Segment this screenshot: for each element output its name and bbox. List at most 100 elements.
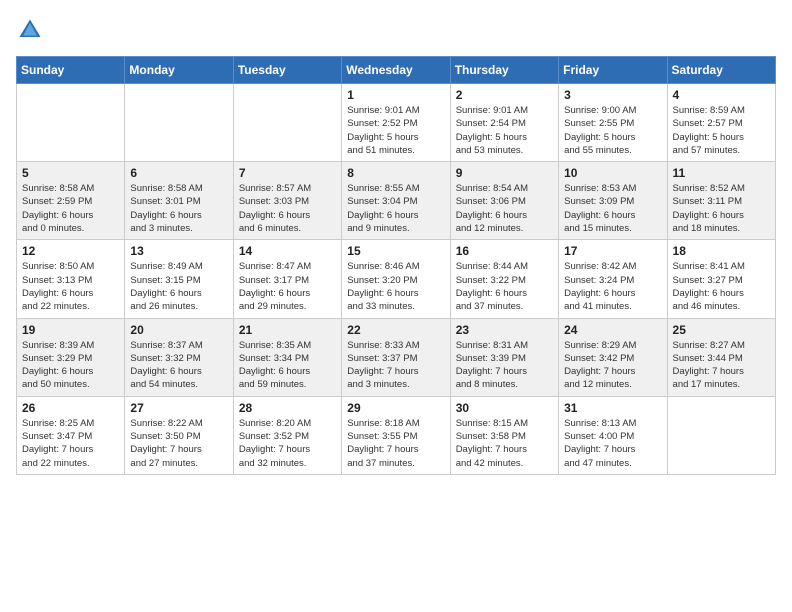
day-number: 20 (130, 323, 227, 337)
day-number: 25 (673, 323, 770, 337)
day-info: Sunrise: 8:22 AM Sunset: 3:50 PM Dayligh… (130, 417, 227, 470)
calendar-cell: 21 Sunrise: 8:35 AM Sunset: 3:34 PM Dayli… (233, 318, 341, 396)
calendar-cell (125, 84, 233, 162)
day-info: Sunrise: 9:01 AM Sunset: 2:52 PM Dayligh… (347, 104, 444, 157)
calendar-cell: 29 Sunrise: 8:18 AM Sunset: 3:55 PM Dayli… (342, 396, 450, 474)
day-number: 29 (347, 401, 444, 415)
calendar-dow-wednesday: Wednesday (342, 57, 450, 84)
day-info: Sunrise: 8:33 AM Sunset: 3:37 PM Dayligh… (347, 339, 444, 392)
day-info: Sunrise: 8:58 AM Sunset: 3:01 PM Dayligh… (130, 182, 227, 235)
logo-icon (16, 16, 44, 44)
day-number: 14 (239, 244, 336, 258)
day-info: Sunrise: 8:41 AM Sunset: 3:27 PM Dayligh… (673, 260, 770, 313)
day-info: Sunrise: 8:27 AM Sunset: 3:44 PM Dayligh… (673, 339, 770, 392)
calendar-cell: 4Sunrise: 8:59 AM Sunset: 2:57 PM Daylig… (667, 84, 775, 162)
day-info: Sunrise: 8:52 AM Sunset: 3:11 PM Dayligh… (673, 182, 770, 235)
day-number: 27 (130, 401, 227, 415)
day-info: Sunrise: 8:53 AM Sunset: 3:09 PM Dayligh… (564, 182, 661, 235)
day-number: 26 (22, 401, 119, 415)
day-info: Sunrise: 8:39 AM Sunset: 3:29 PM Dayligh… (22, 339, 119, 392)
day-number: 1 (347, 88, 444, 102)
day-info: Sunrise: 8:55 AM Sunset: 3:04 PM Dayligh… (347, 182, 444, 235)
calendar-cell: 24 Sunrise: 8:29 AM Sunset: 3:42 PM Dayli… (559, 318, 667, 396)
calendar-cell: 19 Sunrise: 8:39 AM Sunset: 3:29 PM Dayli… (17, 318, 125, 396)
calendar-cell: 20 Sunrise: 8:37 AM Sunset: 3:32 PM Dayli… (125, 318, 233, 396)
day-number: 8 (347, 166, 444, 180)
calendar-cell: 23 Sunrise: 8:31 AM Sunset: 3:39 PM Dayli… (450, 318, 558, 396)
calendar-week-4: 19 Sunrise: 8:39 AM Sunset: 3:29 PM Dayli… (17, 318, 776, 396)
logo (16, 16, 48, 44)
day-number: 13 (130, 244, 227, 258)
calendar-week-1: 1 Sunrise: 9:01 AM Sunset: 2:52 PM Daylig… (17, 84, 776, 162)
calendar-cell: 7 Sunrise: 8:57 AM Sunset: 3:03 PM Daylig… (233, 162, 341, 240)
calendar-cell: 16Sunrise: 8:44 AM Sunset: 3:22 PM Dayli… (450, 240, 558, 318)
calendar-cell: 27 Sunrise: 8:22 AM Sunset: 3:50 PM Dayli… (125, 396, 233, 474)
calendar-cell: 5 Sunrise: 8:58 AM Sunset: 2:59 PM Daylig… (17, 162, 125, 240)
page-header (16, 16, 776, 44)
day-number: 7 (239, 166, 336, 180)
day-info: Sunrise: 8:35 AM Sunset: 3:34 PM Dayligh… (239, 339, 336, 392)
day-info: Sunrise: 8:42 AM Sunset: 3:24 PM Dayligh… (564, 260, 661, 313)
day-number: 19 (22, 323, 119, 337)
day-number: 9 (456, 166, 553, 180)
calendar-cell: 10 Sunrise: 8:53 AM Sunset: 3:09 PM Dayli… (559, 162, 667, 240)
calendar-cell (233, 84, 341, 162)
day-number: 30 (456, 401, 553, 415)
calendar-dow-saturday: Saturday (667, 57, 775, 84)
calendar-cell: 25 Sunrise: 8:27 AM Sunset: 3:44 PM Dayli… (667, 318, 775, 396)
calendar-cell: 1 Sunrise: 9:01 AM Sunset: 2:52 PM Daylig… (342, 84, 450, 162)
day-number: 31 (564, 401, 661, 415)
day-number: 3 (564, 88, 661, 102)
calendar-week-5: 26 Sunrise: 8:25 AM Sunset: 3:47 PM Dayli… (17, 396, 776, 474)
day-info: Sunrise: 8:59 AM Sunset: 2:57 PM Dayligh… (673, 104, 770, 157)
day-number: 10 (564, 166, 661, 180)
day-info: Sunrise: 8:20 AM Sunset: 3:52 PM Dayligh… (239, 417, 336, 470)
calendar-week-3: 12Sunrise: 8:50 AM Sunset: 3:13 PM Dayli… (17, 240, 776, 318)
calendar-dow-tuesday: Tuesday (233, 57, 341, 84)
calendar-cell: 17 Sunrise: 8:42 AM Sunset: 3:24 PM Dayli… (559, 240, 667, 318)
calendar-cell: 28 Sunrise: 8:20 AM Sunset: 3:52 PM Dayli… (233, 396, 341, 474)
day-info: Sunrise: 8:31 AM Sunset: 3:39 PM Dayligh… (456, 339, 553, 392)
day-info: Sunrise: 8:37 AM Sunset: 3:32 PM Dayligh… (130, 339, 227, 392)
day-info: Sunrise: 9:00 AM Sunset: 2:55 PM Dayligh… (564, 104, 661, 157)
calendar-cell: 3 Sunrise: 9:00 AM Sunset: 2:55 PM Daylig… (559, 84, 667, 162)
day-number: 11 (673, 166, 770, 180)
day-info: Sunrise: 9:01 AM Sunset: 2:54 PM Dayligh… (456, 104, 553, 157)
calendar-cell: 18 Sunrise: 8:41 AM Sunset: 3:27 PM Dayli… (667, 240, 775, 318)
day-number: 17 (564, 244, 661, 258)
calendar-cell: 14 Sunrise: 8:47 AM Sunset: 3:17 PM Dayli… (233, 240, 341, 318)
day-number: 23 (456, 323, 553, 337)
day-info: Sunrise: 8:29 AM Sunset: 3:42 PM Dayligh… (564, 339, 661, 392)
calendar-dow-thursday: Thursday (450, 57, 558, 84)
day-number: 5 (22, 166, 119, 180)
calendar-cell (667, 396, 775, 474)
calendar-dow-monday: Monday (125, 57, 233, 84)
day-info: Sunrise: 8:47 AM Sunset: 3:17 PM Dayligh… (239, 260, 336, 313)
day-info: Sunrise: 8:25 AM Sunset: 3:47 PM Dayligh… (22, 417, 119, 470)
day-number: 6 (130, 166, 227, 180)
day-info: Sunrise: 8:13 AM Sunset: 4:00 PM Dayligh… (564, 417, 661, 470)
calendar-cell: 30 Sunrise: 8:15 AM Sunset: 3:58 PM Dayli… (450, 396, 558, 474)
day-number: 12 (22, 244, 119, 258)
day-info: Sunrise: 8:44 AM Sunset: 3:22 PM Dayligh… (456, 260, 553, 313)
day-number: 2 (456, 88, 553, 102)
calendar-header-row: SundayMondayTuesdayWednesdayThursdayFrid… (17, 57, 776, 84)
calendar-cell (17, 84, 125, 162)
day-info: Sunrise: 8:58 AM Sunset: 2:59 PM Dayligh… (22, 182, 119, 235)
day-number: 22 (347, 323, 444, 337)
day-number: 24 (564, 323, 661, 337)
calendar-cell: 13 Sunrise: 8:49 AM Sunset: 3:15 PM Dayli… (125, 240, 233, 318)
day-info: Sunrise: 8:49 AM Sunset: 3:15 PM Dayligh… (130, 260, 227, 313)
day-info: Sunrise: 8:18 AM Sunset: 3:55 PM Dayligh… (347, 417, 444, 470)
calendar-cell: 11 Sunrise: 8:52 AM Sunset: 3:11 PM Dayli… (667, 162, 775, 240)
calendar-cell: 15Sunrise: 8:46 AM Sunset: 3:20 PM Dayli… (342, 240, 450, 318)
calendar-cell: 2 Sunrise: 9:01 AM Sunset: 2:54 PM Daylig… (450, 84, 558, 162)
day-number: 18 (673, 244, 770, 258)
day-number: 21 (239, 323, 336, 337)
day-number: 15 (347, 244, 444, 258)
calendar-cell: 22 Sunrise: 8:33 AM Sunset: 3:37 PM Dayli… (342, 318, 450, 396)
calendar-cell: 26 Sunrise: 8:25 AM Sunset: 3:47 PM Dayli… (17, 396, 125, 474)
day-info: Sunrise: 8:57 AM Sunset: 3:03 PM Dayligh… (239, 182, 336, 235)
day-number: 28 (239, 401, 336, 415)
day-info: Sunrise: 8:15 AM Sunset: 3:58 PM Dayligh… (456, 417, 553, 470)
